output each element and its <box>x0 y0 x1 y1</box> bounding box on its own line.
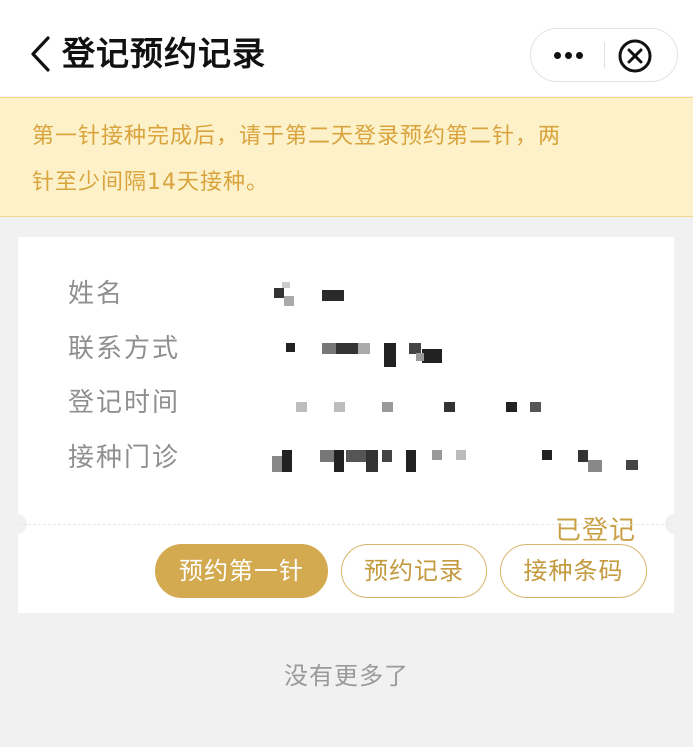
field-label: 联系方式 <box>68 334 181 364</box>
redacted-value <box>266 446 646 472</box>
chevron-left-icon <box>31 36 50 72</box>
more-dots-icon <box>554 52 561 59</box>
more-dot <box>576 52 583 59</box>
redacted-value <box>266 391 646 417</box>
notice-line: 针至少间隔14天接种。 <box>32 170 269 195</box>
field-label: 接种门诊 <box>68 443 181 473</box>
field-label: 登记时间 <box>68 388 181 418</box>
redacted-value <box>266 337 646 367</box>
back-button[interactable] <box>26 34 60 74</box>
capsule-divider <box>604 42 605 68</box>
close-circle-icon <box>618 39 652 73</box>
page-title: 登记预约记录 <box>62 34 266 73</box>
card-divider <box>18 524 674 525</box>
field-row-name: 姓名 <box>68 274 648 314</box>
notice-line: 第一针接种完成后，请于第二天登录预约第二针，两 <box>32 124 562 149</box>
mini-program-capsule <box>530 28 678 82</box>
notice-banner: 第一针接种完成后，请于第二天登录预约第二针，两 针至少间隔14天接种。 <box>0 97 693 217</box>
close-button[interactable] <box>615 36 655 76</box>
more-dot <box>565 52 572 59</box>
book-first-dose-button[interactable]: 预约第一针 <box>155 544 328 598</box>
vaccination-barcode-button[interactable]: 接种条码 <box>500 544 647 598</box>
no-more-text: 没有更多了 <box>284 662 409 690</box>
field-label: 姓名 <box>68 279 125 309</box>
more-button[interactable] <box>531 29 604 81</box>
field-row-clinic: 接种门诊 <box>68 438 648 478</box>
booking-records-button[interactable]: 预约记录 <box>341 544 487 598</box>
field-row-phone: 联系方式 <box>68 329 648 369</box>
nav-bar: 登记预约记录 <box>0 0 693 96</box>
field-row-time: 登记时间 <box>68 383 648 423</box>
redacted-value <box>266 282 646 308</box>
